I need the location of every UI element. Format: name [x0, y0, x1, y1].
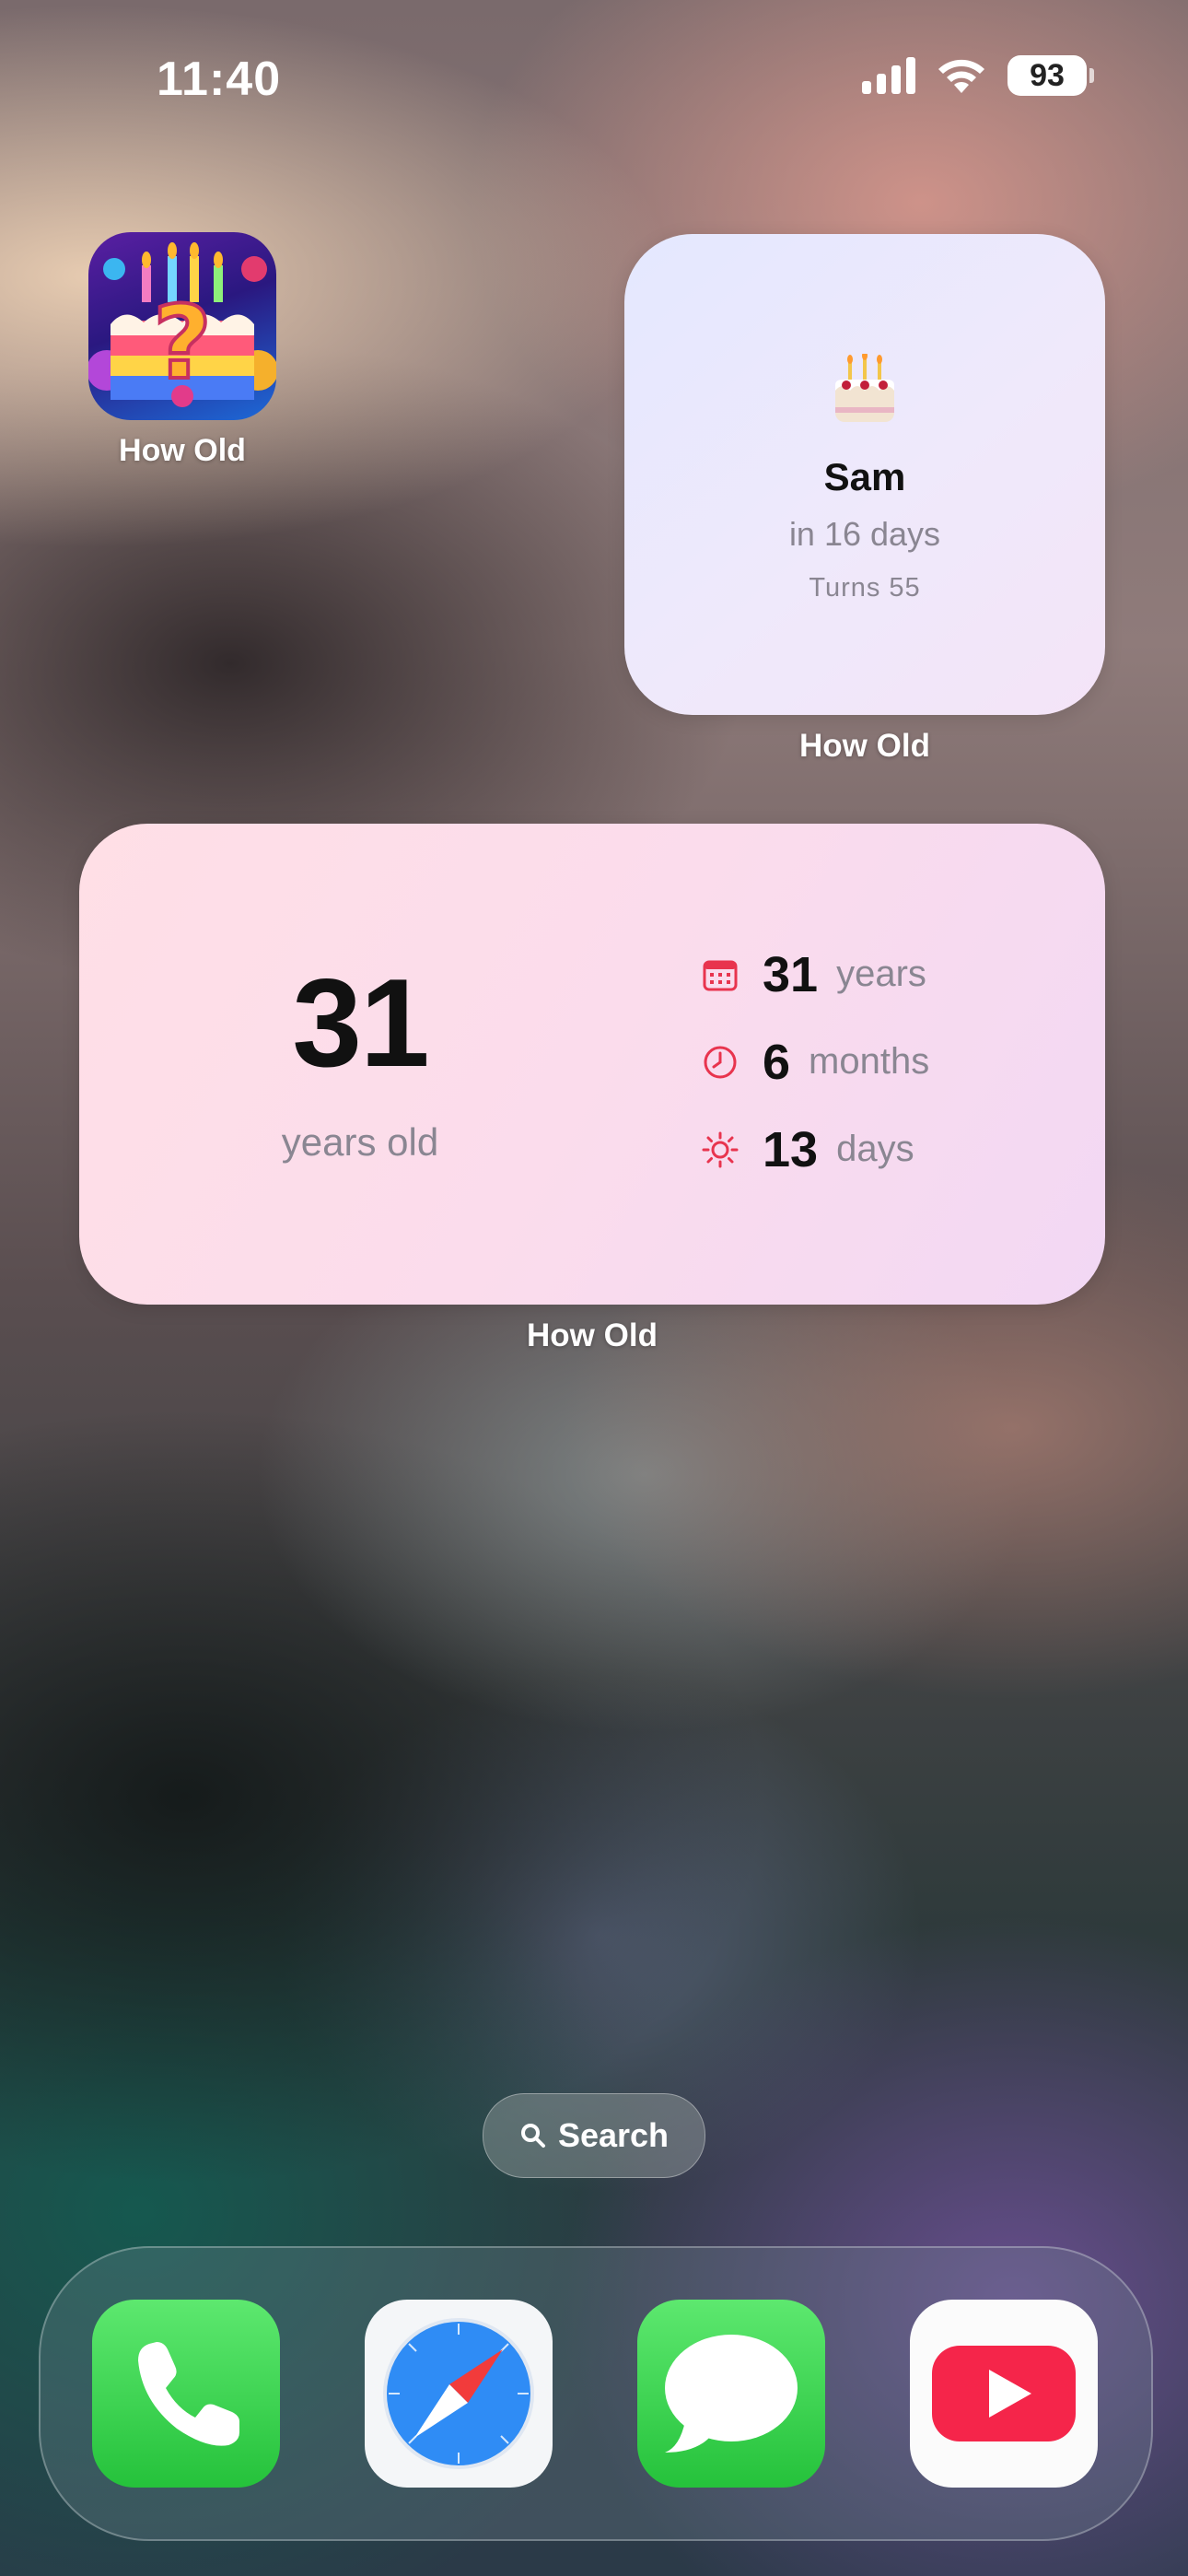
- svg-text:?: ?: [153, 284, 212, 402]
- dock: [39, 2246, 1153, 2541]
- widget-label: How Old: [799, 728, 930, 764]
- birthday-cake-icon: [624, 351, 1105, 438]
- person-name: Sam: [823, 455, 906, 498]
- age-detail-widget[interactable]: 31 years old 31 years 6 months 13 days: [79, 824, 1105, 1305]
- speech-bubble-icon: [665, 2335, 798, 2453]
- status-time: 11:40: [157, 53, 282, 106]
- play-icon: [932, 2346, 1076, 2441]
- birthday-countdown: in 16 days: [788, 515, 941, 553]
- birthday-cake-question-icon: ?: [88, 232, 276, 420]
- cellular-signal-icon: [862, 57, 915, 94]
- safari-app[interactable]: [365, 2300, 553, 2488]
- messages-app[interactable]: [637, 2300, 825, 2488]
- search-label: Search: [557, 2116, 670, 2154]
- search-icon: [520, 2124, 545, 2148]
- sun-icon: [702, 1131, 739, 1168]
- age-unit-label: years old: [281, 1120, 439, 1164]
- breakdown-row-months: 6 months: [702, 1018, 929, 1106]
- calendar-icon: [702, 956, 739, 993]
- widget-label: How Old: [527, 1317, 658, 1353]
- age-breakdown: 31 years 6 months 13 days: [702, 931, 929, 1193]
- status-bar: 11:40 93: [0, 0, 1188, 157]
- clock-icon: [702, 1044, 739, 1081]
- wifi-icon: [938, 59, 984, 93]
- app-how-old[interactable]: ? How Old: [88, 232, 276, 469]
- spotlight-search-button[interactable]: Search: [483, 2093, 705, 2178]
- phone-icon: [138, 2342, 239, 2446]
- breakdown-months-label: months: [809, 1041, 930, 1082]
- compass-icon: [383, 2318, 534, 2469]
- breakdown-days-label: days: [836, 1129, 914, 1169]
- phone-app[interactable]: [92, 2300, 280, 2488]
- breakdown-row-years: 31 years: [702, 931, 929, 1018]
- breakdown-row-days: 13 days: [702, 1106, 929, 1193]
- app-label: How Old: [119, 433, 246, 468]
- breakdown-days-value: 13: [763, 1121, 819, 1177]
- turning-age: Turns 55: [809, 573, 921, 603]
- birthday-countdown-widget[interactable]: Sam in 16 days Turns 55: [624, 234, 1105, 715]
- breakdown-years-value: 31: [763, 946, 819, 1002]
- battery-indicator: 93: [1007, 55, 1094, 96]
- youtube-app[interactable]: [910, 2300, 1098, 2488]
- breakdown-months-value: 6: [763, 1034, 791, 1090]
- age-years-number: 31: [292, 953, 429, 1093]
- status-icons: 93: [862, 55, 1094, 96]
- breakdown-years-label: years: [836, 954, 926, 994]
